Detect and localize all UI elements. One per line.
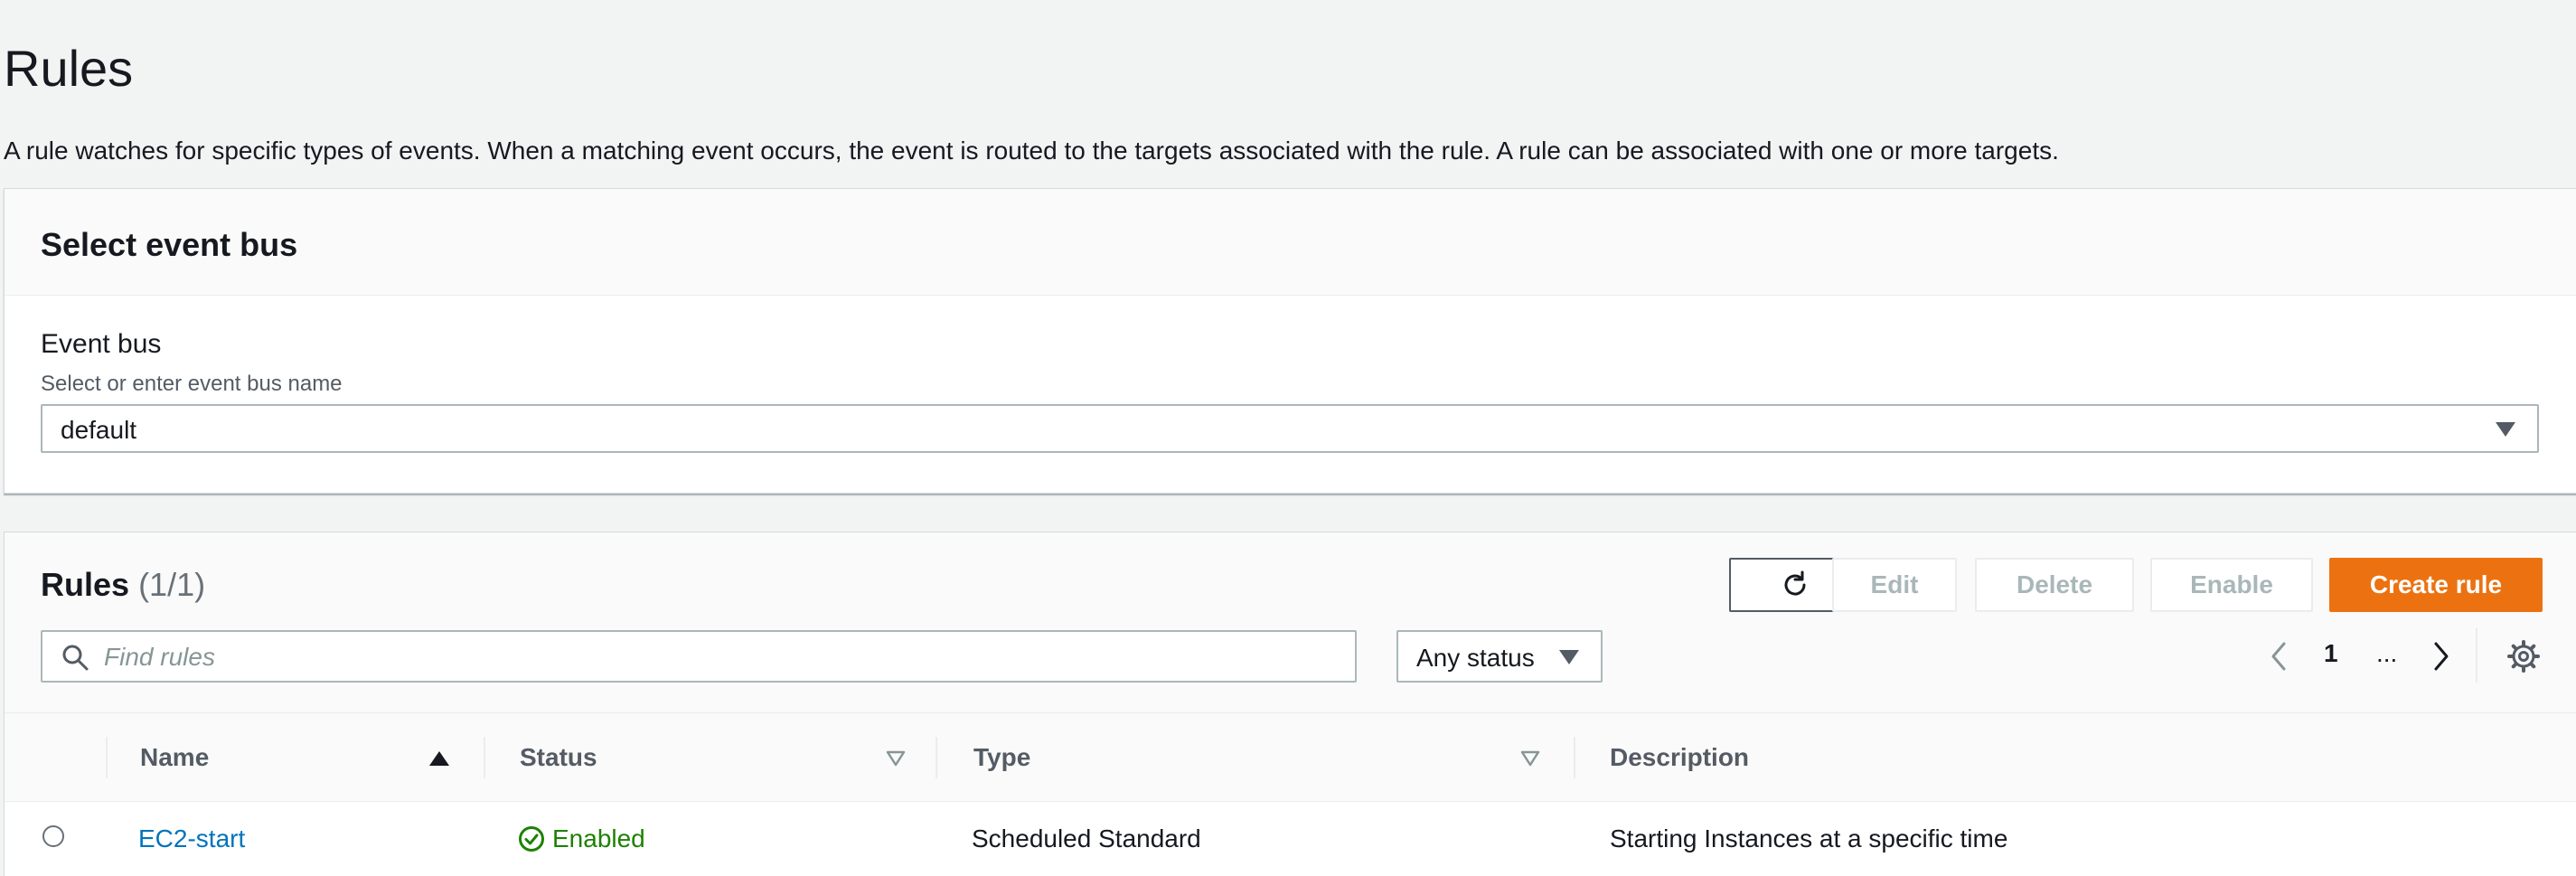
status-filter-select[interactable]: Any status <box>1396 630 1603 683</box>
create-rule-button[interactable]: Create rule <box>2329 558 2543 612</box>
column-header-description: Description <box>1610 743 1750 771</box>
event-bus-hint: Select or enter event bus name <box>41 372 343 396</box>
column-separator <box>935 737 937 778</box>
rule-type: Scheduled Standard <box>972 824 1201 852</box>
refresh-icon <box>1784 570 1806 596</box>
table-header: Name Status Type Description <box>5 713 2576 802</box>
sort-icon[interactable] <box>885 749 907 768</box>
rule-status-text: Enabled <box>552 824 645 852</box>
page-title: Rules <box>4 40 134 97</box>
pagination-divider <box>2476 628 2477 683</box>
rule-name-link[interactable]: EC2-start <box>138 824 245 853</box>
rules-panel: Rules (1/1) Edit Delete Enable Create ru… <box>4 532 2576 876</box>
gear-icon[interactable] <box>2506 639 2541 673</box>
sort-ascending-icon[interactable] <box>429 751 449 766</box>
rules-panel-title: Rules (1/1) <box>41 569 205 601</box>
search-box <box>41 630 1357 683</box>
status-success-icon <box>519 826 544 852</box>
pagination-ellipsis: ... <box>2376 639 2398 667</box>
column-separator <box>106 737 108 778</box>
event-bus-panel-header: Select event bus <box>5 189 2576 296</box>
caret-down-icon <box>1559 650 1579 664</box>
rules-count: (1/1) <box>138 566 206 603</box>
page-description: A rule watches for specific types of eve… <box>4 137 2059 165</box>
column-separator <box>484 737 485 778</box>
event-bus-panel: Select event bus Event bus Select or ent… <box>4 188 2576 494</box>
sort-icon[interactable] <box>1519 749 1541 768</box>
event-bus-label: Event bus <box>41 329 162 359</box>
table-row: EC2-start Enabled Scheduled Standard Sta… <box>5 802 2576 876</box>
column-header-type[interactable]: Type <box>973 713 1030 802</box>
chevron-right-icon[interactable] <box>2425 638 2456 674</box>
search-icon <box>62 645 89 671</box>
row-select-radio[interactable] <box>42 825 64 847</box>
search-input[interactable] <box>102 639 1335 675</box>
status-filter-value: Any status <box>1416 644 1535 672</box>
event-bus-selected-value: default <box>61 416 137 444</box>
pagination-current-page[interactable]: 1 <box>2324 641 2338 666</box>
rule-description: Starting Instances at a specific time <box>1610 824 2008 852</box>
chevron-left-icon[interactable] <box>2264 638 2295 674</box>
edit-button[interactable]: Edit <box>1832 558 1957 612</box>
column-header-name[interactable]: Name <box>140 713 209 802</box>
rule-status: Enabled <box>518 824 645 853</box>
event-bus-panel-title: Select event bus <box>41 226 298 263</box>
rules-title-text: Rules <box>41 566 130 603</box>
event-bus-select[interactable]: default <box>41 404 2539 453</box>
caret-down-icon <box>2496 422 2515 437</box>
column-separator <box>1574 737 1575 778</box>
delete-button[interactable]: Delete <box>1975 558 2134 612</box>
column-header-status[interactable]: Status <box>520 713 597 802</box>
rules-panel-header: Rules (1/1) Edit Delete Enable Create ru… <box>5 532 2576 713</box>
enable-button[interactable]: Enable <box>2150 558 2313 612</box>
